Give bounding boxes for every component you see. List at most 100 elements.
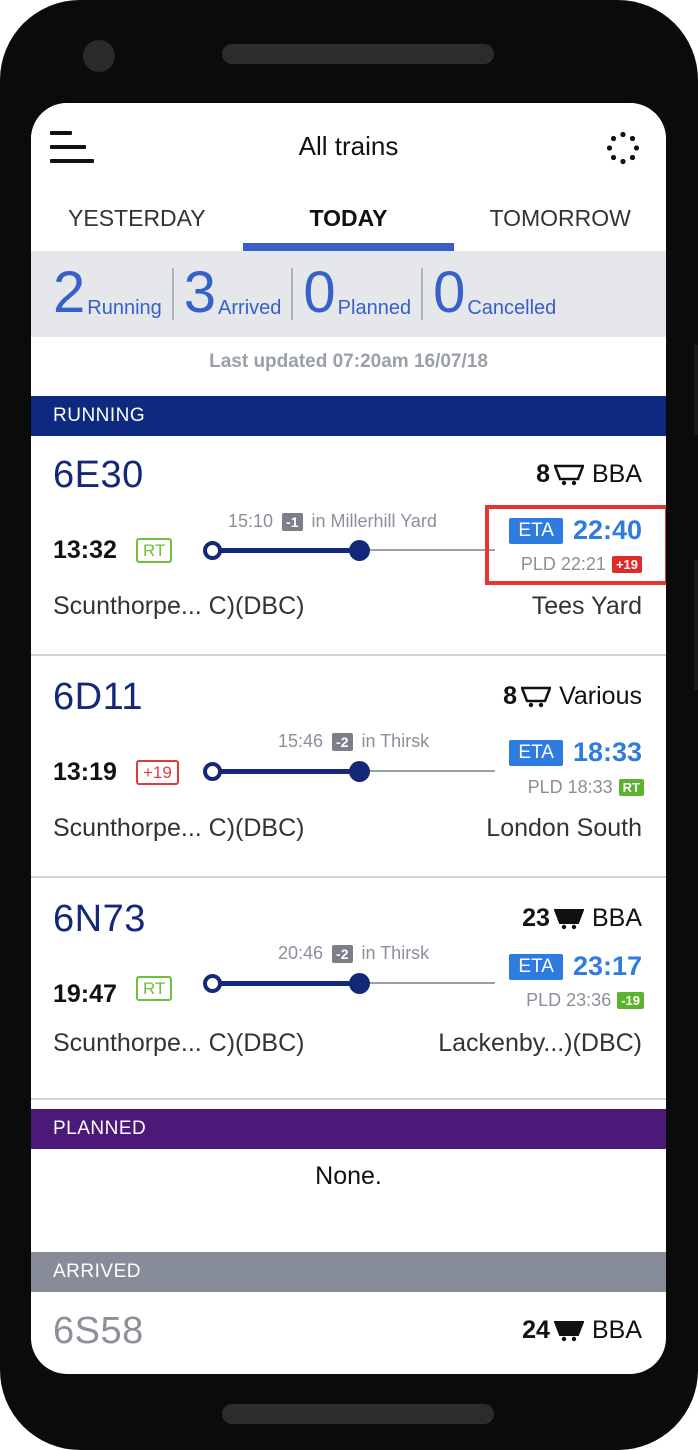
wagon-filled-icon (553, 1320, 584, 1341)
current-position-marker (349, 540, 370, 561)
tab-yesterday[interactable]: YESTERDAY (31, 195, 243, 251)
page-title: All trains (298, 131, 399, 161)
pld-time: PLD 23:36 (526, 990, 612, 1010)
location-place: in Millerhill Yard (311, 511, 437, 531)
location-delta-badge: -2 (332, 732, 353, 751)
destination-name: Tees Yard (531, 592, 642, 620)
wagon-count: 8 (503, 682, 518, 710)
progress-track (203, 535, 495, 565)
progress-completed (213, 769, 359, 774)
tab-today[interactable]: TODAY (242, 195, 455, 251)
departure-time: 13:19 (53, 758, 117, 786)
train-card[interactable]: 6S58 24 BBA (31, 1292, 666, 1374)
eta-time: 18:33 (572, 737, 642, 767)
eta-time: 23:17 (572, 951, 642, 981)
departure-time: 19:47 (53, 980, 117, 1008)
departure-status-badge: +19 (136, 760, 179, 785)
wagon-filled-icon (553, 908, 584, 929)
wagon-outline-icon (521, 686, 552, 707)
wagon-type: Various (559, 682, 642, 710)
divider (291, 268, 294, 320)
bottom-speaker (222, 1404, 494, 1424)
eta-row: ETA 23:17 (509, 951, 642, 982)
planned-empty-text: None. (315, 1162, 382, 1190)
location-time: 20:46 (278, 943, 324, 963)
eta-row: ETA 18:33 (509, 737, 642, 768)
planned-count: 0 (303, 260, 336, 325)
summary-running[interactable]: 2 Running (53, 251, 162, 337)
arrived-count: 3 (183, 260, 217, 325)
earpiece-speaker (222, 44, 494, 64)
progress-remaining (359, 770, 495, 772)
running-label: Running (87, 297, 162, 319)
wagon-count: 23 (522, 904, 550, 932)
last-updated-text: Last updated 07:20am 16/07/18 (209, 351, 488, 372)
summary-arrived[interactable]: 3 Arrived (184, 251, 282, 337)
progress-remaining (359, 982, 495, 984)
pld-delta-badge: -19 (617, 992, 644, 1009)
location-time: 15:10 (228, 511, 274, 531)
summary-planned[interactable]: 0 Planned (303, 251, 411, 337)
summary-cancelled[interactable]: 0 Cancelled (433, 251, 556, 337)
tab-tomorrow[interactable]: TOMORROW (454, 195, 666, 251)
progress-track (203, 756, 495, 786)
running-count: 2 (53, 260, 86, 325)
arrived-label: Arrived (218, 297, 282, 319)
wagon-outline-icon (553, 464, 584, 485)
divider (421, 268, 424, 320)
planned-arrival: PLD 18:33 RT (528, 777, 644, 798)
pld-status-badge: RT (618, 779, 644, 796)
current-position-marker (349, 761, 370, 782)
origin-name: Scunthorpe... C)(DBC) (53, 814, 305, 842)
current-location: 15:10 -1 in Millerhill Yard (228, 511, 437, 532)
destination-name: Lackenby...)(DBC) (438, 1029, 642, 1057)
wagon-type: BBA (591, 904, 642, 932)
arrived-section-header: ARRIVED (31, 1252, 666, 1292)
departure-status-badge: RT (136, 976, 173, 1001)
wagon-type: BBA (591, 460, 642, 488)
progress-track (203, 968, 495, 998)
planned-label: Planned (337, 297, 412, 319)
eta-highlight-box (485, 505, 666, 585)
wagon-info: 23 BBA (522, 904, 642, 933)
origin-marker (203, 974, 222, 993)
running-section-header: RUNNING (31, 396, 666, 436)
app-header: All trains (31, 103, 666, 195)
wagon-count: 8 (536, 460, 550, 488)
progress-completed (213, 981, 359, 986)
location-place: in Thirsk (361, 731, 430, 751)
train-headcode: 6N73 (53, 898, 146, 940)
departure-time: 13:32 (53, 536, 117, 564)
current-position-marker (349, 973, 370, 994)
destination-name: London South (486, 814, 642, 842)
eta-tag: ETA (509, 953, 563, 980)
day-tabs: YESTERDAY TODAY TOMORROW (31, 195, 666, 251)
origin-marker (203, 541, 222, 560)
origin-name: Scunthorpe... C)(DBC) (53, 1029, 305, 1057)
location-delta-badge: -2 (332, 944, 353, 963)
wagon-count: 24 (522, 1316, 550, 1344)
pld-time: PLD 18:33 (527, 777, 613, 797)
volume-button (694, 345, 698, 435)
planned-section-header: PLANNED (31, 1109, 666, 1149)
divider (171, 268, 174, 320)
location-delta-badge: -1 (282, 512, 303, 531)
planned-arrival: PLD 23:36 -19 (526, 990, 644, 1011)
front-camera (83, 40, 115, 72)
train-card[interactable]: 6D11 8 Various 13:19 +19 15:46 -2 in Thi… (31, 658, 666, 878)
cancelled-count: 0 (433, 260, 466, 325)
refresh-icon[interactable] (606, 131, 640, 165)
train-headcode: 6D11 (53, 676, 144, 718)
wagon-info: 8 BBA (536, 460, 642, 489)
origin-marker (203, 762, 222, 781)
origin-name: Scunthorpe... C)(DBC) (53, 592, 305, 620)
eta-tag: ETA (509, 739, 563, 766)
status-summary: 2 Running 3 Arrived 0 Planned 0 Cancelle… (31, 251, 666, 337)
train-headcode: 6E30 (53, 454, 144, 496)
train-card[interactable]: 6N73 23 BBA 19:47 RT 20:46 -2 in Thirsk (31, 880, 666, 1100)
departure-status-badge: RT (136, 538, 173, 563)
location-place: in Thirsk (361, 943, 430, 963)
progress-completed (213, 548, 359, 553)
phone-frame: All trains YESTERDAY TODAY TOMORROW 2 Ru… (0, 0, 698, 1450)
location-time: 15:46 (278, 731, 324, 751)
